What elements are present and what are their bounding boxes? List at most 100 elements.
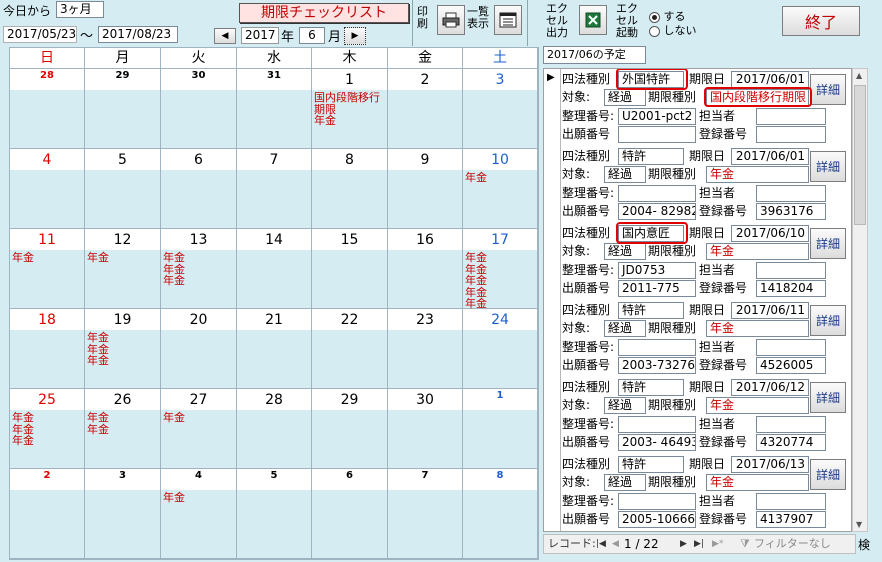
law-type-field[interactable]: 特許 [618, 379, 684, 396]
list-view-button[interactable] [494, 5, 522, 35]
law-type-field[interactable]: 特許 [618, 456, 684, 473]
calendar-day-cell[interactable]: 6 [161, 149, 237, 229]
day-events[interactable]: 年金 年金 年金 [87, 332, 109, 367]
target-field[interactable]: 経過 [604, 397, 646, 414]
calendar-day-cell[interactable]: 5 [85, 149, 161, 229]
calendar-day-cell[interactable]: 7 [237, 149, 312, 229]
calendar-day-cell[interactable]: 26 年金 年金 [85, 389, 161, 469]
due-date-field[interactable]: 2017/06/01 [731, 148, 809, 165]
ref-no-field[interactable]: JD0753 [618, 262, 696, 279]
calendar-day-cell[interactable]: 15 [312, 229, 388, 309]
calendar-day-cell[interactable]: 1 [463, 389, 538, 469]
target-field[interactable]: 経過 [604, 243, 646, 260]
calendar-day-cell[interactable]: 8 [312, 149, 388, 229]
search-label[interactable]: 検 [858, 536, 870, 553]
calendar-day-cell[interactable]: 7 [388, 469, 463, 559]
calendar-day-cell[interactable]: 23 [388, 309, 463, 389]
record-selector[interactable] [544, 146, 561, 223]
calendar-day-cell[interactable]: 28 [237, 389, 312, 469]
prev-record-icon[interactable]: ◀ [612, 535, 619, 553]
calendar-day-cell[interactable]: 24 [463, 309, 538, 389]
next-month-button[interactable]: ▶ [344, 27, 366, 45]
scroll-up-icon[interactable]: ▲ [856, 71, 862, 80]
due-type-field[interactable]: 年金 [706, 243, 809, 260]
target-field[interactable]: 経過 [604, 89, 646, 106]
calendar-day-cell[interactable]: 30 [388, 389, 463, 469]
radio-no[interactable]: しない [649, 22, 697, 38]
day-events[interactable]: 年金 [163, 492, 185, 504]
reg-no-field[interactable] [756, 126, 826, 143]
month-field[interactable]: 6 [299, 27, 325, 44]
scroll-thumb[interactable] [854, 85, 866, 225]
person-field[interactable] [756, 185, 826, 202]
due-type-field[interactable]: 年金 [706, 166, 809, 183]
detail-button[interactable]: 詳細 [810, 459, 846, 490]
target-field[interactable]: 経過 [604, 320, 646, 337]
app-no-field[interactable]: 2011-775 [618, 280, 696, 297]
filter-label[interactable]: フィルターなし [754, 535, 831, 553]
new-record-icon[interactable]: ▶* [712, 535, 723, 553]
calendar-day-cell[interactable]: 8 [463, 469, 538, 559]
calendar-day-cell[interactable]: 31 [237, 69, 312, 149]
app-no-field[interactable]: 2003-73276 [618, 357, 696, 374]
calendar-day-cell[interactable]: 29 [312, 389, 388, 469]
calendar-day-cell[interactable]: 18 [10, 309, 85, 389]
detail-button[interactable]: 詳細 [810, 305, 846, 336]
calendar-day-cell[interactable]: 27 年金 [161, 389, 237, 469]
due-date-field[interactable]: 2017/06/11 [731, 302, 809, 319]
record-selector[interactable] [544, 223, 561, 300]
due-type-field[interactable]: 年金 [706, 320, 809, 337]
due-type-field[interactable]: 年金 [706, 397, 809, 414]
calendar-day-cell[interactable]: 19 年金 年金 年金 [85, 309, 161, 389]
record-selector[interactable]: ▶ [544, 69, 561, 146]
calendar-day-cell[interactable]: 6 [312, 469, 388, 559]
detail-button[interactable]: 詳細 [810, 382, 846, 413]
ref-no-field[interactable] [618, 185, 696, 202]
day-events[interactable]: 年金 年金 年金 [12, 412, 34, 447]
calendar-day-cell[interactable]: 3 [463, 69, 538, 149]
calendar-day-cell[interactable]: 1 国内段階移行 期限 年金 [312, 69, 388, 149]
due-date-field[interactable]: 2017/06/12 [731, 379, 809, 396]
record-selector[interactable] [544, 377, 561, 454]
person-field[interactable] [756, 493, 826, 510]
day-events[interactable]: 年金 年金 [87, 412, 109, 435]
scroll-down-icon[interactable]: ▼ [856, 520, 862, 529]
calendar-day-cell[interactable]: 30 [161, 69, 237, 149]
detail-button[interactable]: 詳細 [810, 151, 846, 182]
calendar-day-cell[interactable]: 4 [10, 149, 85, 229]
due-date-field[interactable]: 2017/06/10 [731, 225, 809, 242]
app-no-field[interactable]: 2005-106669 [618, 511, 696, 528]
person-field[interactable] [756, 108, 826, 125]
close-button[interactable]: 終了 [782, 6, 860, 36]
target-field[interactable]: 経過 [604, 166, 646, 183]
ref-no-field[interactable] [618, 339, 696, 356]
calendar-day-cell[interactable]: 12 年金 [85, 229, 161, 309]
calendar-day-cell[interactable]: 2 [10, 469, 85, 559]
person-field[interactable] [756, 416, 826, 433]
calendar-day-cell[interactable]: 13 年金 年金 年金 [161, 229, 237, 309]
calendar-day-cell[interactable]: 25 年金 年金 年金 [10, 389, 85, 469]
day-events[interactable]: 年金 [12, 252, 34, 264]
app-no-field[interactable]: 2004- 82982 [618, 203, 696, 220]
next-record-icon[interactable]: ▶ [680, 535, 687, 553]
calendar-day-cell[interactable]: 14 [237, 229, 312, 309]
calendar-day-cell[interactable]: 9 [388, 149, 463, 229]
reg-no-field[interactable]: 4526005 [756, 357, 826, 374]
first-record-icon[interactable]: |◀ [596, 535, 606, 553]
law-type-field[interactable]: 特許 [618, 148, 684, 165]
calendar-day-cell[interactable]: 28 [10, 69, 85, 149]
date-to-field[interactable]: 2017/08/23 [98, 26, 178, 43]
prev-month-button[interactable]: ◀ [214, 28, 236, 44]
person-field[interactable] [756, 339, 826, 356]
detail-button[interactable]: 詳細 [810, 74, 846, 105]
ref-no-field[interactable] [618, 493, 696, 510]
date-from-field[interactable]: 2017/05/23 [3, 26, 77, 43]
ref-no-field[interactable] [618, 416, 696, 433]
calendar-day-cell[interactable]: 4 年金 [161, 469, 237, 559]
due-date-field[interactable]: 2017/06/01 [731, 71, 809, 88]
app-no-field[interactable] [618, 126, 696, 143]
day-events[interactable]: 年金 [87, 252, 109, 264]
reg-no-field[interactable]: 4137907 [756, 511, 826, 528]
calendar-day-cell[interactable]: 2 [388, 69, 463, 149]
reg-no-field[interactable]: 3963176 [756, 203, 826, 220]
